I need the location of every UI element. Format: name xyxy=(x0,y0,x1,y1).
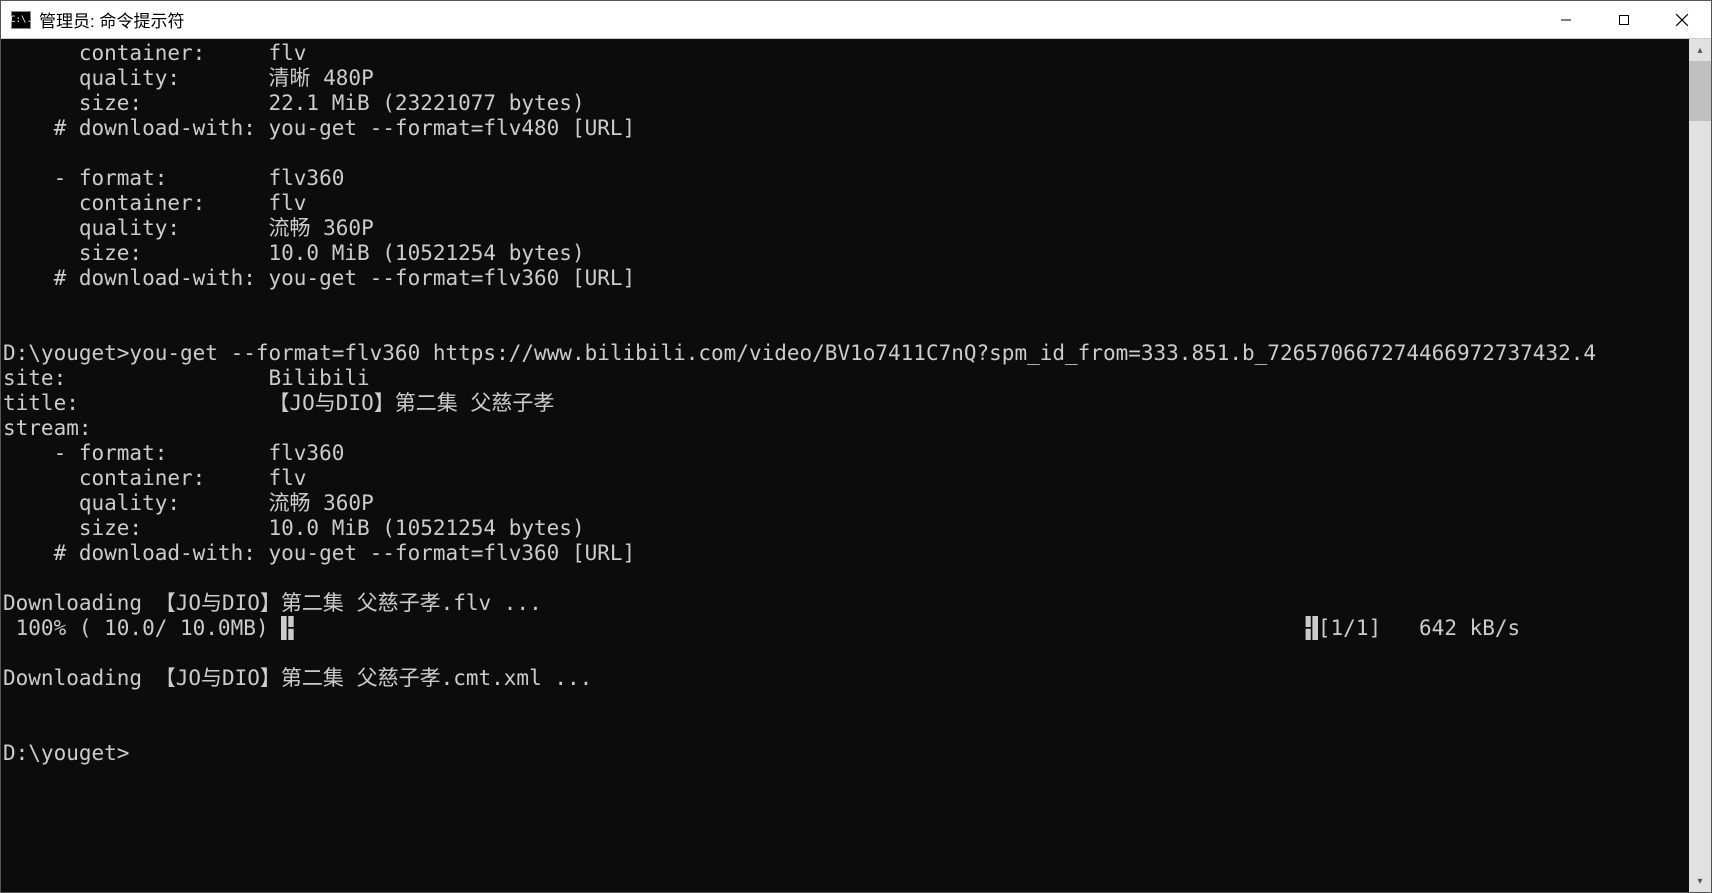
scroll-thumb[interactable] xyxy=(1689,61,1711,121)
scroll-up-icon[interactable]: ▴ xyxy=(1689,39,1711,61)
command-line: D:\youget>you-get --format=flv360 https:… xyxy=(3,341,1596,365)
output-line: container: flv xyxy=(3,41,306,65)
progress-percent: 100% ( 10.0/ 10.0MB) xyxy=(3,616,281,640)
output-line: stream: xyxy=(3,416,92,440)
output-line: Downloading 【JO与DIO】第二集 父慈子孝.flv ... xyxy=(3,591,542,615)
output-line: # download-with: you-get --format=flv360… xyxy=(3,266,635,290)
terminal-output[interactable]: container: flv quality: 清晰 480P size: 22… xyxy=(1,39,1689,892)
close-button[interactable] xyxy=(1653,1,1711,38)
window-title: 管理员: 命令提示符 xyxy=(39,7,1537,32)
prompt-line: D:\youget> xyxy=(3,741,129,765)
progress-speed: [1/1] 642 kB/s xyxy=(1318,616,1520,640)
output-line: # download-with: you-get --format=flv360… xyxy=(3,541,635,565)
titlebar[interactable]: C:\. 管理员: 命令提示符 xyxy=(1,1,1711,39)
vertical-scrollbar[interactable]: ▴ ▾ xyxy=(1689,39,1711,892)
output-line: site: Bilibili xyxy=(3,366,370,390)
output-line: container: flv xyxy=(3,466,306,490)
terminal-container: container: flv quality: 清晰 480P size: 22… xyxy=(1,39,1711,892)
output-line: size: 10.0 MiB (10521254 bytes) xyxy=(3,241,585,265)
output-line: Downloading 【JO与DIO】第二集 父慈子孝.cmt.xml ... xyxy=(3,666,592,690)
output-line: size: 22.1 MiB (23221077 bytes) xyxy=(3,91,585,115)
scroll-down-icon[interactable]: ▾ xyxy=(1689,870,1711,892)
output-line: quality: 清晰 480P xyxy=(3,66,374,90)
minimize-button[interactable] xyxy=(1537,1,1595,38)
output-line: quality: 流畅 360P xyxy=(3,491,374,515)
cmd-icon: C:\. xyxy=(11,11,31,29)
progress-bar: ├███████████████████████████████████████… xyxy=(281,616,1318,640)
output-line: - format: flv360 xyxy=(3,166,344,190)
window-controls xyxy=(1537,1,1711,38)
output-line: title: 【JO与DIO】第二集 父慈子孝 xyxy=(3,391,554,415)
maximize-button[interactable] xyxy=(1595,1,1653,38)
output-line: - format: flv360 xyxy=(3,441,344,465)
output-line: quality: 流畅 360P xyxy=(3,216,374,240)
output-line: container: flv xyxy=(3,191,306,215)
output-line: size: 10.0 MiB (10521254 bytes) xyxy=(3,516,585,540)
output-line: # download-with: you-get --format=flv480… xyxy=(3,116,635,140)
